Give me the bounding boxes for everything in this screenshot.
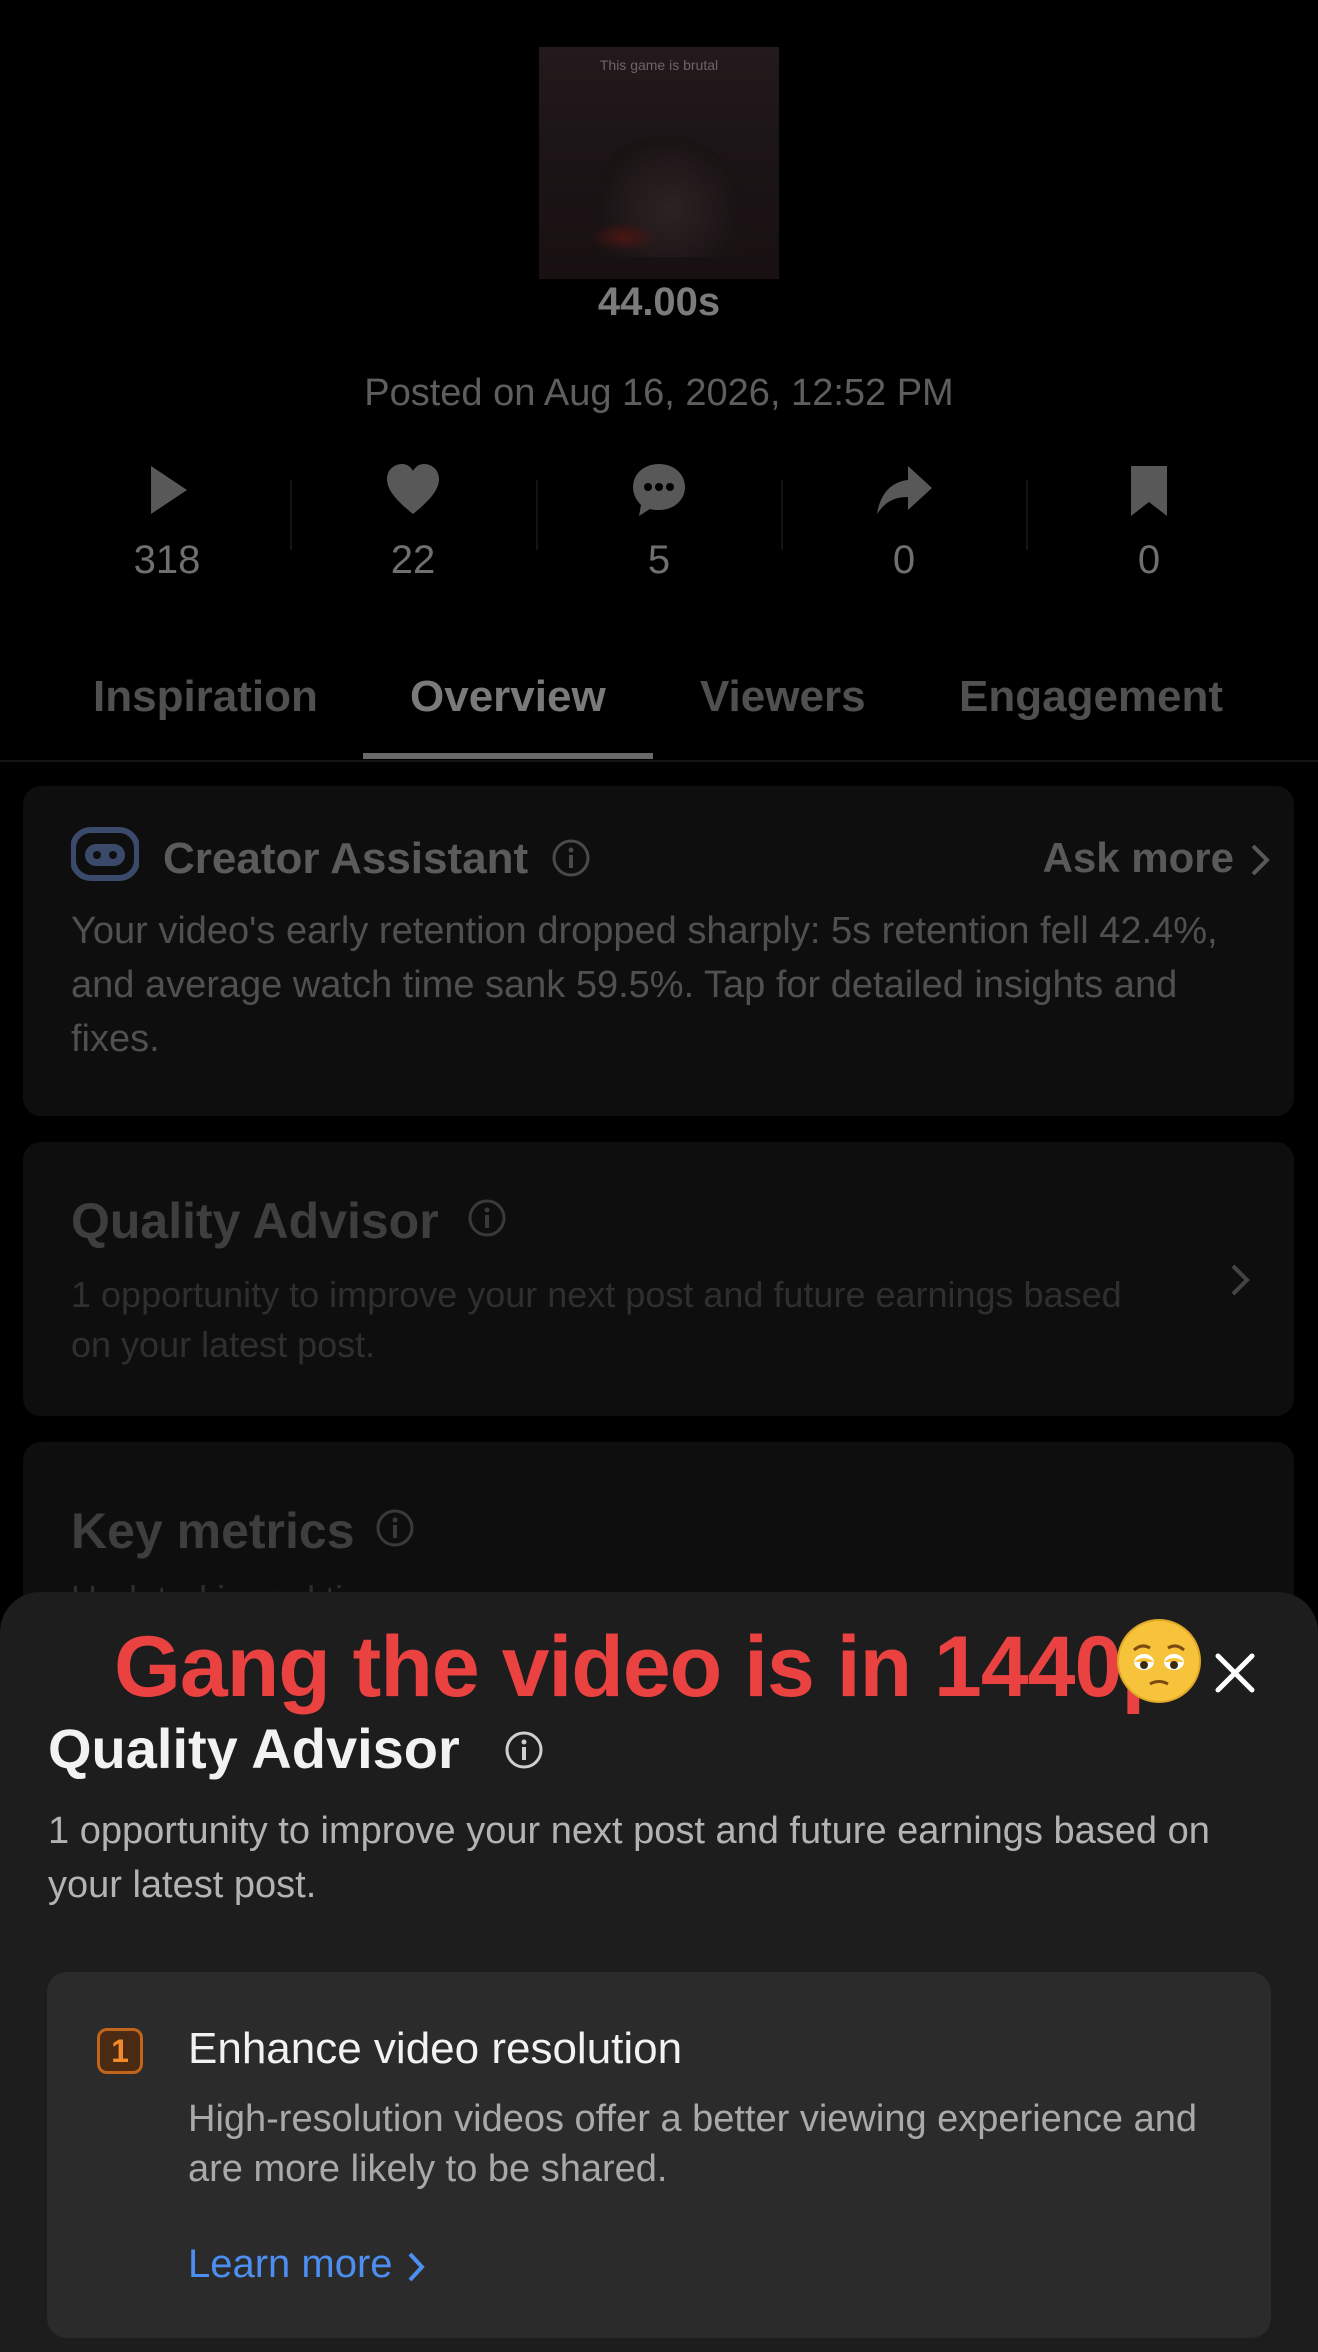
views-count: 318: [133, 538, 201, 582]
posted-date: Posted on Aug 16, 2026, 12:52 PM: [364, 372, 954, 414]
tabs-divider: [0, 760, 1318, 762]
stat-divider: [290, 480, 292, 550]
key-metrics-title: Key metrics: [71, 1503, 355, 1559]
quality-advisor-card[interactable]: Quality Advisor 1 opportunity to improve…: [23, 1142, 1294, 1416]
chevron-right-icon: [408, 2252, 425, 2282]
likes-count: 22: [390, 538, 436, 582]
chevron-right-icon: [1231, 1264, 1250, 1296]
stat-divider: [1026, 480, 1028, 550]
opportunity-title: Enhance video resolution: [188, 2024, 683, 2073]
bookmark-icon: [1131, 466, 1167, 516]
creator-assistant-card[interactable]: Creator Assistant Ask more Your video's …: [23, 786, 1294, 1116]
saves-count: 0: [1137, 538, 1161, 582]
sheet-description: 1 opportunity to improve your next post …: [48, 1810, 1210, 1906]
assistant-bot-icon: [71, 827, 139, 881]
comment-icon: [633, 464, 685, 516]
opportunity-number-badge: 1: [97, 2028, 143, 2074]
quality-advisor-card-title: Quality Advisor: [71, 1193, 439, 1249]
thumbnail-glow: [589, 222, 659, 252]
close-icon[interactable]: [1206, 1644, 1264, 1702]
stat-comments: 5: [559, 460, 759, 583]
stat-divider: [781, 480, 783, 550]
video-thumbnail[interactable]: This game is brutal: [539, 47, 779, 279]
info-icon[interactable]: [551, 838, 591, 878]
stat-shares: 0: [804, 460, 1004, 583]
tab-viewers[interactable]: Viewers: [700, 672, 866, 722]
creator-assistant-insight: Your video's early retention dropped sha…: [71, 910, 1218, 1060]
heart-icon: [387, 464, 439, 514]
thumbnail-caption: This game is brutal: [599, 57, 719, 73]
video-duration: 44.00s: [597, 280, 721, 324]
analytics-tabs: Inspiration Overview Viewers Engagement: [0, 672, 1318, 760]
tab-engagement[interactable]: Engagement: [959, 672, 1223, 722]
stat-likes: 22: [313, 460, 513, 583]
quality-advisor-card-body: 1 opportunity to improve your next post …: [71, 1274, 1122, 1365]
learn-more-link[interactable]: Learn more: [188, 2242, 393, 2287]
share-icon: [877, 466, 932, 514]
quality-advisor-sheet: Gang the video is in 1440p Quality Advis…: [0, 1592, 1318, 2352]
opportunity-description: High-resolution videos offer a better vi…: [188, 2098, 1198, 2190]
creator-assistant-title: Creator Assistant: [163, 834, 529, 883]
chevron-right-icon: [1251, 844, 1270, 876]
stat-divider: [536, 480, 538, 550]
stat-saves: 0: [1049, 460, 1249, 583]
comments-count: 5: [647, 538, 671, 582]
pleading-face-emoji: [1117, 1619, 1201, 1703]
info-icon[interactable]: [467, 1198, 507, 1238]
tab-overview[interactable]: Overview: [410, 672, 606, 722]
info-icon[interactable]: [375, 1508, 415, 1548]
active-tab-indicator: [363, 753, 653, 759]
opportunity-card: 1 Enhance video resolution High-resoluti…: [47, 1972, 1271, 2338]
tab-inspiration[interactable]: Inspiration: [93, 672, 318, 722]
overlay-caption: Gang the video is in 1440p: [114, 1619, 1174, 1715]
ask-more-link[interactable]: Ask more: [1043, 834, 1234, 882]
stat-views: 318: [67, 460, 267, 583]
shares-count: 0: [892, 538, 916, 582]
info-icon[interactable]: [504, 1730, 544, 1770]
sheet-title: Quality Advisor: [48, 1717, 460, 1780]
play-icon: [151, 466, 187, 514]
